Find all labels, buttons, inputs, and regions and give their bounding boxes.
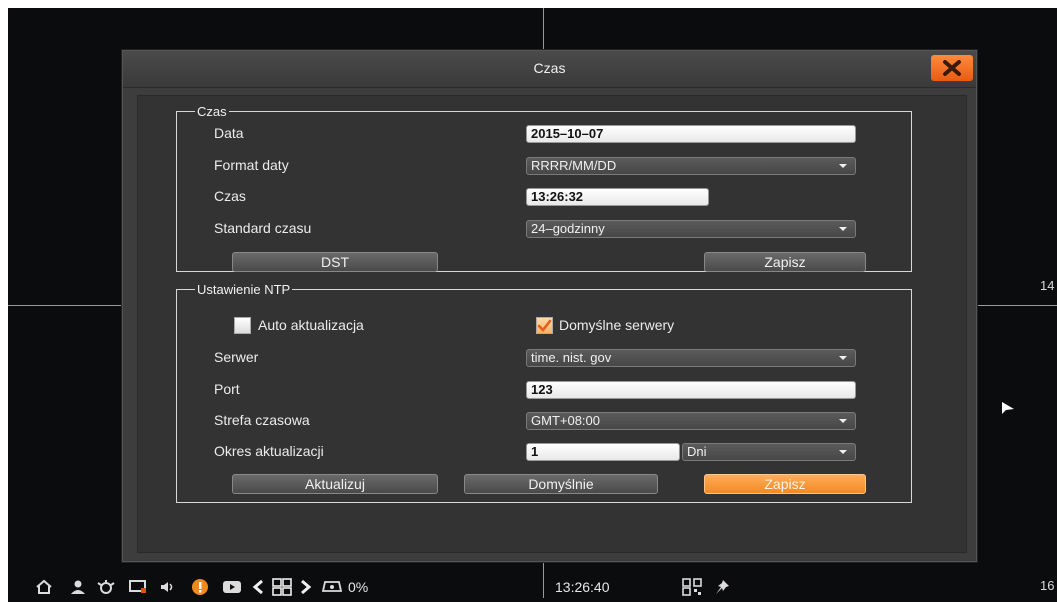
date-label: Data [214,125,244,141]
screen-border-top [0,0,1057,8]
time-standard-label: Standard czasu [214,220,312,236]
update-period-label: Okres aktualizacji [214,443,324,459]
port-label: Port [214,381,240,397]
hdd-icon[interactable] [320,576,344,598]
date-format-select[interactable]: RRRR/MM/DD [526,157,856,175]
user-icon[interactable] [66,576,90,598]
hdd-usage: 0% [348,579,369,595]
display-icon[interactable] [126,576,150,598]
update-period-field[interactable]: 1 [526,443,680,461]
update-period-unit-value: Dni [687,444,707,459]
default-servers-checkbox[interactable] [536,317,553,334]
mouse-cursor-icon [1002,402,1014,414]
update-period-unit-select[interactable]: Dni [682,443,856,461]
chevron-down-icon [839,164,847,168]
date-format-label: Format daty [214,157,289,173]
auto-update-label: Auto aktualizacja [258,317,364,333]
time-save-button[interactable]: Zapisz [704,252,866,272]
channel-number-label: 14 [1040,278,1055,293]
timezone-select[interactable]: GMT+08:00 [526,412,856,430]
home-icon[interactable] [32,576,56,598]
date-field[interactable]: 2015–10–07 [526,125,856,143]
chevron-down-icon [839,227,847,231]
alarm-icon[interactable] [94,576,118,598]
server-select[interactable]: time. nist. gov [526,349,856,367]
port-field[interactable]: 123 [526,381,856,399]
dialog-titlebar: Czas [123,51,976,88]
time-settings-dialog: Czas Czas Data 2015–10–07 Format daty RR… [122,50,977,562]
dst-button[interactable]: DST [232,252,438,272]
bottom-taskbar: 0% 13:26:40 [0,572,1057,602]
ntp-section-legend: Ustawienie NTP [197,282,291,297]
settings-panel: Czas Data 2015–10–07 Format daty RRRR/MM… [137,95,967,553]
timezone-value: GMT+08:00 [531,413,601,428]
chevron-down-icon [839,356,847,360]
checkmark-icon [537,319,552,332]
defaults-button[interactable]: Domyślnie [464,474,658,494]
record-icon[interactable] [220,576,244,598]
time-standard-value: 24–godzinny [531,221,605,236]
chevron-down-icon [839,419,847,423]
update-now-button[interactable]: Aktualizuj [232,474,438,494]
time-section-legend: Czas [197,104,227,119]
server-value: time. nist. gov [531,350,612,365]
time-label: Czas [214,188,246,204]
qr-icon[interactable] [680,576,704,598]
grid-icon[interactable] [270,576,294,598]
server-label: Serwer [214,349,259,365]
close-button[interactable] [931,55,973,81]
time-standard-select[interactable]: 24–godzinny [526,220,856,238]
auto-update-checkbox[interactable] [234,317,251,334]
close-x-icon [943,60,961,76]
default-servers-label: Domyślne serwery [559,317,675,333]
clock: 13:26:40 [555,579,610,595]
alert-icon[interactable] [188,576,212,598]
next-icon[interactable] [296,576,316,598]
prev-icon[interactable] [248,576,268,598]
ntp-save-button[interactable]: Zapisz [704,474,866,494]
time-field[interactable]: 13:26:32 [526,188,709,206]
pin-icon[interactable] [710,576,734,598]
timezone-label: Strefa czasowa [214,412,310,428]
volume-icon[interactable] [156,576,180,598]
screen-border-left [0,0,8,602]
date-format-value: RRRR/MM/DD [531,158,617,173]
chevron-down-icon [839,450,847,454]
dialog-title: Czas [533,60,566,76]
